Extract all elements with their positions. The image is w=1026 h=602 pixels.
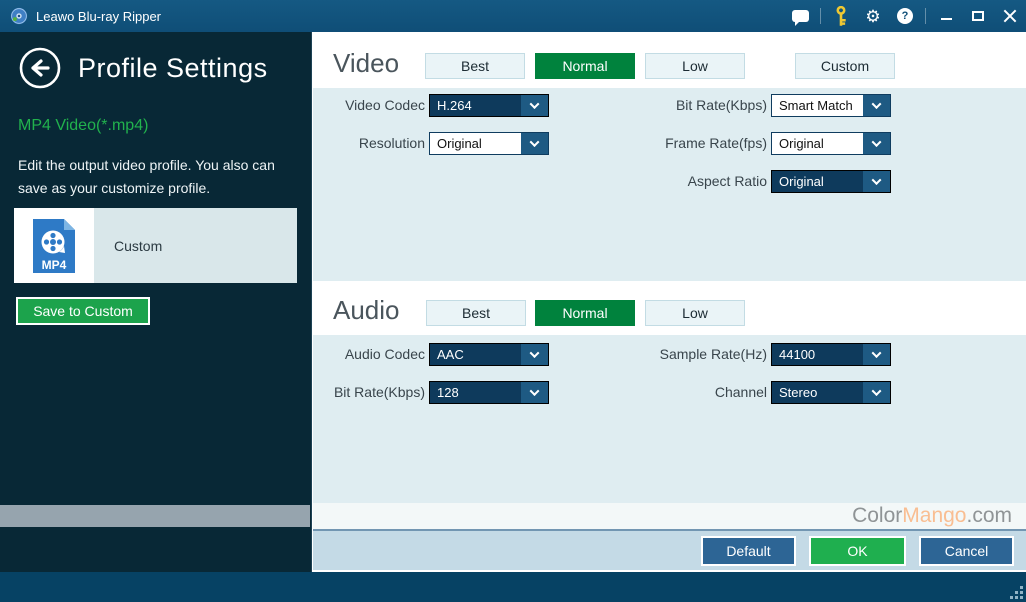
disc-icon [10,7,28,25]
default-button[interactable]: Default [701,536,796,566]
minimize-button[interactable] [930,0,962,32]
settings-button[interactable]: ⚙ [857,0,889,32]
channel-label: Channel [659,381,767,404]
audio-quality-normal-button[interactable]: Normal [535,300,635,326]
cancel-button[interactable]: Cancel [919,536,1014,566]
chevron-down-icon [521,95,548,116]
video-section-header: Video Best Normal Low Custom [313,32,1026,88]
ok-button[interactable]: OK [809,536,906,566]
sample-rate-label: Sample Rate(Hz) [659,343,767,366]
chevron-down-icon [863,171,890,192]
chevron-down-icon [521,344,548,365]
page-title: Profile Settings [78,53,268,84]
video-codec-label: Video Codec [313,94,425,117]
aspect-ratio-label: Aspect Ratio [659,170,767,193]
channel-select[interactable]: Stereo [771,381,891,404]
video-section-title: Video [333,48,399,79]
chevron-down-icon [863,344,890,365]
current-profile-name: MP4 Video(*.mp4) [18,117,148,135]
titlebar-separator [925,8,926,24]
watermark-strip: ColorMango.com [313,503,1026,529]
chevron-down-icon [863,95,890,116]
help-button[interactable]: ? [889,0,921,32]
resolution-label: Resolution [313,132,425,155]
gear-icon: ⚙ [865,8,880,25]
maximize-button[interactable] [962,0,994,32]
video-bitrate-label: Bit Rate(Kbps) [659,94,767,117]
audio-codec-select[interactable]: AAC [429,343,549,366]
audio-bitrate-label: Bit Rate(Kbps) [313,381,425,404]
profile-description: Edit the output video profile. You also … [18,154,275,200]
custom-profile-item[interactable]: MP4 Custom [14,208,297,283]
app-window: Leawo Blu-ray Ripper ⚙ ? [0,0,1026,602]
svg-text:MP4: MP4 [42,258,67,272]
custom-profile-label: Custom [114,238,162,254]
chevron-down-icon [521,133,548,154]
register-button[interactable] [825,0,857,32]
chevron-down-icon [863,133,890,154]
audio-section-title: Audio [333,295,400,326]
audio-bitrate-select[interactable]: 128 [429,381,549,404]
aspect-ratio-select[interactable]: Original [771,170,891,193]
chevron-down-icon [863,382,890,403]
video-bitrate-select[interactable]: Smart Match [771,94,891,117]
audio-quality-low-button[interactable]: Low [645,300,745,326]
audio-quality-best-button[interactable]: Best [426,300,526,326]
maximize-icon [972,11,984,21]
chevron-down-icon [521,382,548,403]
frame-rate-label: Frame Rate(fps) [659,132,767,155]
main-panel: Video Best Normal Low Custom Video Codec… [313,32,1026,572]
sample-rate-select[interactable]: 44100 [771,343,891,366]
video-quality-low-button[interactable]: Low [645,53,745,79]
frame-rate-select[interactable]: Original [771,132,891,155]
minimize-icon [941,18,952,20]
status-bar [0,572,1026,602]
colormango-watermark: ColorMango.com [852,503,1012,529]
close-button[interactable] [994,0,1026,32]
save-to-custom-button[interactable]: Save to Custom [16,297,150,325]
video-quality-best-button[interactable]: Best [425,53,525,79]
feedback-button[interactable] [784,0,816,32]
titlebar-separator [820,8,821,24]
mp4-file-icon: MP4 [31,217,77,275]
back-button[interactable] [18,46,62,90]
audio-settings-panel: Audio Codec AAC Bit Rate(Kbps) 128 Sampl… [313,335,1026,503]
audio-section-header: Audio Best Normal Low [313,281,1026,335]
titlebar: Leawo Blu-ray Ripper ⚙ ? [0,0,1026,32]
close-icon [1003,9,1017,23]
question-icon: ? [897,8,913,24]
footer-button-bar: Default OK Cancel [313,529,1026,570]
resize-grip-icon[interactable] [1008,584,1024,600]
audio-codec-label: Audio Codec [313,343,425,366]
horizontal-scrollbar[interactable] [0,505,310,527]
speech-bubble-icon [792,10,809,22]
sidebar: Profile Settings MP4 Video(*.mp4) Edit t… [0,32,312,572]
resolution-select[interactable]: Original [429,132,549,155]
key-icon [831,6,851,26]
video-settings-panel: Video Codec H.264 Resolution Original Bi… [313,88,1026,281]
video-quality-custom-button[interactable]: Custom [795,53,895,79]
window-title: Leawo Blu-ray Ripper [36,9,161,24]
back-arrow-icon [33,61,48,75]
video-quality-normal-button[interactable]: Normal [535,53,635,79]
video-codec-select[interactable]: H.264 [429,94,549,117]
